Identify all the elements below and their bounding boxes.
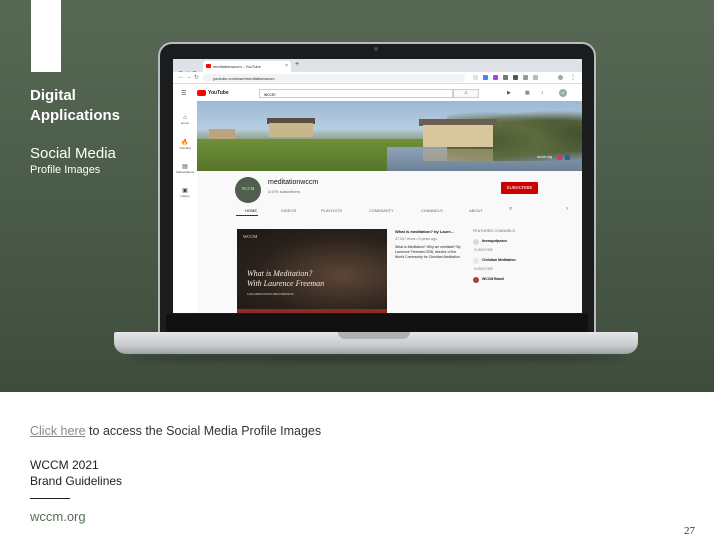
tab-channels[interactable]: CHANNELS [421,208,443,213]
laptop-shadow [130,354,624,362]
laptop-screen: meditationwccm - YouTube × + ← → ↻ youtu… [173,59,582,313]
account-avatar[interactable]: U [559,89,567,97]
extension-icon[interactable] [513,75,518,80]
access-text: to access the Social Media Profile Image… [85,424,322,438]
tab-close-icon[interactable]: × [285,63,288,69]
tab-about[interactable]: ABOUT [469,208,483,213]
tab-playlists[interactable]: PLAYLISTS [321,208,342,213]
divider [30,498,70,499]
browser-tab[interactable]: meditationwccm - YouTube × [203,61,291,72]
instagram-icon[interactable] [557,155,562,160]
extension-icon[interactable] [493,75,498,80]
tab-community[interactable]: COMMUNITY [369,208,394,213]
video-info: What is meditation? by Laure... 47,347 v… [395,229,465,260]
banner-link[interactable]: wccm.org [537,155,552,159]
browser-tabbar: meditationwccm - YouTube × + [173,59,582,76]
video-subtitle-overlay: LIVE MEDITATION RECORDINGS [247,292,294,296]
facebook-icon[interactable] [565,155,570,160]
banner-house [209,129,235,139]
featured-channel-item[interactable]: WCCM Brasil [473,275,553,285]
video-info-meta: 47,347 views • 5 years ago [395,237,437,241]
trending-icon: 🔥 [181,140,189,146]
youtube-sidebar: ⌂ Home 🔥 Trending ▤ Subscriptions ▣ Libr… [173,101,197,313]
channel-tabs: HOME VIDEOS PLAYLISTS COMMUNITY CHANNELS… [197,205,582,217]
section-subtitle: Social Media [30,145,116,162]
extension-icon[interactable] [483,75,488,80]
channel-icon [473,239,479,245]
website-link[interactable]: wccm.org [30,509,86,524]
tab-home[interactable]: HOME [245,208,257,213]
click-here-link[interactable]: Click here [30,424,86,438]
channel-avatar[interactable]: WCCM [235,177,261,203]
subscribe-button[interactable]: SUBSCRIBE [501,182,538,194]
subscriptions-icon: ▤ [182,164,188,170]
youtube-search-input[interactable]: wccm [259,89,453,98]
page-number: 27 [684,525,695,537]
banner-house [423,125,493,147]
sidebar-item-library[interactable]: ▣ Library [173,187,197,198]
create-video-icon[interactable]: ▶ [507,90,511,96]
extension-icon[interactable] [533,75,538,80]
laptop-camera [374,47,378,51]
sidebar-item-subscriptions[interactable]: ▤ Subscriptions [173,163,197,174]
new-tab-icon[interactable]: + [295,61,299,68]
channel-name: meditationwccm [268,179,319,186]
youtube-logo-icon[interactable] [197,90,206,96]
extension-icon[interactable] [473,75,478,80]
apps-icon[interactable]: ▦ [525,90,530,96]
video-title-overlay: What is Meditation? With Laurence Freema… [247,269,325,288]
search-icon[interactable]: ⌕ [453,89,479,98]
banner-reflection [423,149,493,161]
active-tab-underline [236,215,258,216]
featured-channel-item[interactable]: Christian Meditation [473,256,553,266]
channel-search-icon[interactable]: ⌕ [509,206,512,213]
back-icon[interactable]: ← [178,74,184,80]
featured-channel-item[interactable]: thewayofpeace [473,237,553,247]
hero-panel: Digital Applications Social Media Profil… [0,0,714,392]
address-bar[interactable]: youtube.com/user/meditationwccm [203,74,465,82]
white-accent-bar [31,0,61,72]
channel-icon [473,277,479,283]
profile-icon[interactable] [558,75,563,80]
forward-icon[interactable]: → [186,74,192,80]
youtube-favicon-icon [206,64,211,68]
sidebar-item-home[interactable]: ⌂ Home [173,115,197,125]
browser-toolbar: ← → ↻ youtube.com/user/meditationwccm ⋮ [173,72,582,84]
browser-menu-icon[interactable]: ⋮ [570,74,576,81]
reload-icon[interactable]: ↻ [194,74,199,81]
video-info-description: What is Meditation? Why we meditate? By … [395,245,461,259]
video-progress-strip [237,309,387,313]
notifications-icon[interactable]: ♪ [541,90,544,96]
hamburger-menu-icon[interactable]: ☰ [181,90,186,97]
banner-house [269,123,313,137]
featured-channels: FEATURED CHANNELS thewayofpeace SUBSCRIB… [473,229,553,285]
channel-content: WCCM What is Meditation? With Laurence F… [197,217,582,313]
featured-channels-title: FEATURED CHANNELS [473,229,516,233]
library-icon: ▣ [182,188,188,194]
laptop-notch [338,332,410,339]
extension-icon[interactable] [503,75,508,80]
extension-icon[interactable] [523,75,528,80]
featured-subscribe-link[interactable]: SUBSCRIBE [474,248,553,252]
video-info-title[interactable]: What is meditation? by Laure... [395,229,465,234]
chevron-right-icon[interactable]: › [566,206,568,212]
channel-banner: wccm.org [197,101,582,171]
section-subtitle-2: Profile Images [30,164,101,176]
featured-subscribe-link[interactable]: SUBSCRIBE [474,267,553,271]
sidebar-item-trending[interactable]: 🔥 Trending [173,139,197,150]
brand-guidelines-label: Brand Guidelines [30,474,123,488]
tab-videos[interactable]: VIDEOS [281,208,296,213]
access-line: Click here to access the Social Media Pr… [30,424,321,438]
brand-year: WCCM 2021 [30,458,99,472]
video-logo: WCCM [243,234,258,239]
youtube-logo-text[interactable]: YouTube [208,90,229,96]
subscriber-count: 4,97K subscribers [268,189,301,194]
laptop-bezel-bottom [166,314,588,332]
youtube-header: ☰ YouTube wccm ⌕ ▶ ▦ ♪ U [173,85,582,101]
channel-icon [473,258,479,264]
section-title: Digital Applications [30,87,121,124]
featured-video-thumbnail[interactable]: WCCM What is Meditation? With Laurence F… [237,229,387,313]
